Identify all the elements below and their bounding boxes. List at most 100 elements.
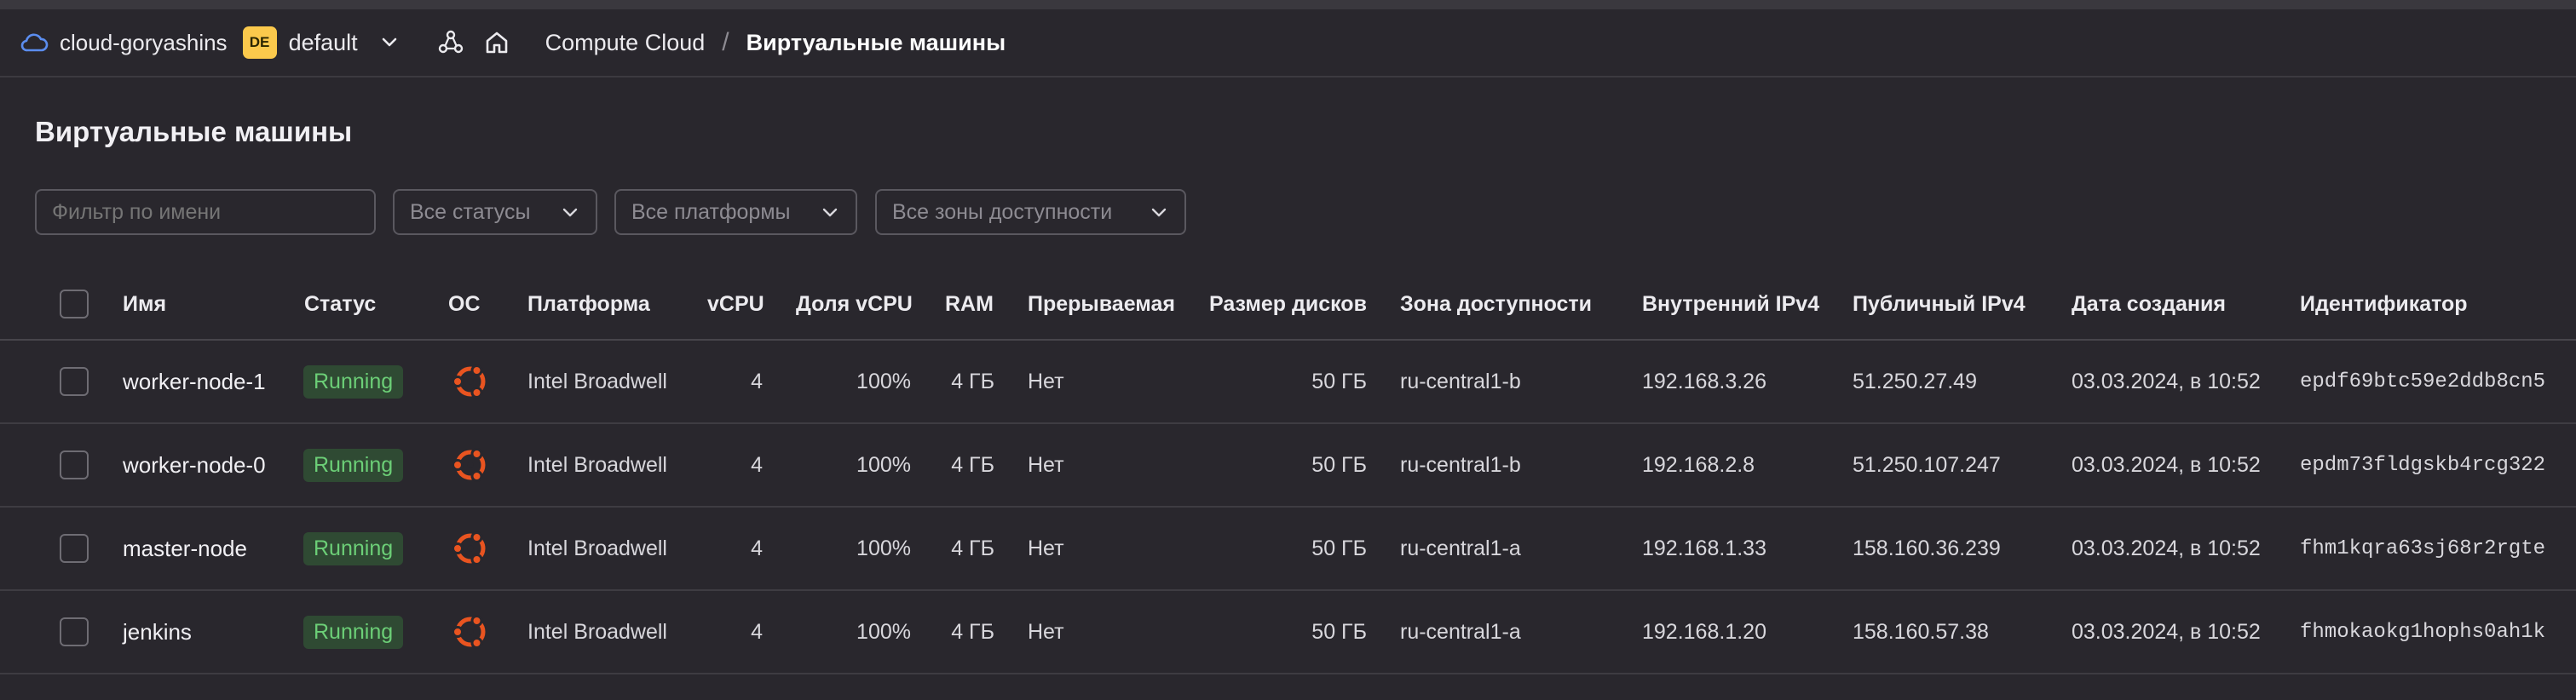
vcpu-cell: 4 — [751, 536, 763, 560]
preemptible-cell: Нет — [1028, 369, 1064, 393]
ubuntu-icon — [452, 615, 486, 649]
status-filter-select[interactable]: Все статусы — [393, 189, 597, 235]
row-checkbox[interactable] — [60, 534, 89, 563]
folder-badge: DE — [242, 26, 277, 59]
col-disk-size[interactable]: Размер дисков — [1209, 269, 1367, 339]
ram-cell: 4 ГБ — [951, 619, 994, 644]
vcpu-share-cell: 100% — [856, 619, 911, 644]
zone-cell: ru-central1-a — [1400, 619, 1521, 644]
services-icon[interactable] — [436, 28, 465, 57]
top-header: cloud-goryashins DE default Compute Clou… — [0, 9, 2576, 77]
select-all-checkbox[interactable] — [60, 290, 89, 318]
row-select-cell[interactable] — [60, 508, 89, 589]
select-all-cell[interactable] — [60, 269, 89, 339]
breadcrumb-current: Виртуальные машины — [746, 29, 1006, 55]
id-cell: epdf69btc59e2ddb8cn5 — [2300, 370, 2546, 393]
vm-name[interactable]: worker-node-1 — [123, 341, 266, 422]
chevron-down-icon — [1151, 208, 1167, 217]
id-cell: epdm73fldgskb4rcg322 — [2300, 453, 2546, 477]
status-badge: Running — [303, 448, 404, 482]
status-cell: Running — [303, 341, 404, 422]
row-select-cell[interactable] — [60, 341, 89, 422]
col-preemptible[interactable]: Прерываемая — [1028, 269, 1175, 339]
breadcrumb-separator: / — [722, 28, 729, 56]
platform-filter-select[interactable]: Все платформы — [614, 189, 857, 235]
folder-selector[interactable]: DE default — [242, 26, 436, 59]
vcpu-cell: 4 — [751, 619, 763, 644]
created-cell: 03.03.2024, в 10:52 — [2072, 369, 2261, 393]
public-ip-cell: 158.160.36.239 — [1853, 536, 2001, 560]
col-status[interactable]: Статус — [304, 269, 376, 339]
ubuntu-icon — [452, 531, 486, 565]
page-title: Виртуальные машины — [35, 116, 353, 147]
cloud-selector[interactable]: cloud-goryashins — [19, 27, 243, 58]
os-cell — [449, 341, 492, 422]
zone-cell: ru-central1-a — [1400, 536, 1521, 560]
name-filter-input[interactable] — [35, 189, 376, 235]
cloud-name: cloud-goryashins — [60, 29, 228, 55]
table-row[interactable]: master-node Running Intel Broadwell 4 10… — [0, 508, 2576, 591]
ubuntu-icon — [452, 448, 486, 482]
disk-size-cell: 50 ГБ — [1311, 369, 1367, 393]
row-select-cell[interactable] — [60, 591, 89, 673]
os-cell — [449, 591, 492, 673]
public-ip-cell: 51.250.107.247 — [1853, 452, 2001, 477]
col-internal-ip[interactable]: Внутренний IPv4 — [1642, 269, 1819, 339]
home-icon[interactable] — [482, 28, 511, 57]
vm-name[interactable]: jenkins — [123, 591, 192, 673]
row-select-cell[interactable] — [60, 424, 89, 506]
row-checkbox[interactable] — [60, 367, 89, 396]
vcpu-share-cell: 100% — [856, 452, 911, 477]
vm-name[interactable]: worker-node-0 — [123, 424, 266, 506]
table-row[interactable]: worker-node-0 Running Intel Broadwell 4 … — [0, 424, 2576, 508]
disk-size-cell: 50 ГБ — [1311, 536, 1367, 560]
os-cell — [449, 508, 492, 589]
internal-ip-cell: 192.168.1.20 — [1642, 619, 1766, 644]
created-cell: 03.03.2024, в 10:52 — [2072, 452, 2261, 477]
status-filter-label: Все статусы — [410, 199, 531, 224]
preemptible-cell: Нет — [1028, 452, 1064, 477]
breadcrumb-compute-cloud[interactable]: Compute Cloud — [545, 30, 706, 56]
vm-name[interactable]: master-node — [123, 508, 247, 589]
col-id[interactable]: Идентификатор — [2300, 269, 2468, 339]
folder-name: default — [288, 29, 358, 55]
row-checkbox[interactable] — [60, 450, 89, 479]
chevron-down-icon — [822, 208, 838, 217]
ram-cell: 4 ГБ — [951, 536, 994, 560]
internal-ip-cell: 192.168.2.8 — [1642, 452, 1755, 477]
zone-filter-label: Все зоны доступности — [892, 199, 1113, 224]
table-row[interactable]: jenkins Running Intel Broadwell 4 100% 4… — [0, 591, 2576, 674]
vcpu-cell: 4 — [751, 452, 763, 477]
chevron-down-icon — [562, 208, 578, 217]
col-name[interactable]: Имя — [123, 269, 166, 339]
zone-cell: ru-central1-b — [1400, 452, 1521, 477]
table-row[interactable]: worker-node-1 Running Intel Broadwell 4 … — [0, 341, 2576, 424]
platform-cell: Intel Broadwell — [527, 536, 667, 560]
ram-cell: 4 ГБ — [951, 452, 994, 477]
vcpu-cell: 4 — [751, 369, 763, 393]
row-checkbox[interactable] — [60, 617, 89, 646]
disk-size-cell: 50 ГБ — [1311, 452, 1367, 477]
col-ram[interactable]: RAM — [945, 269, 994, 339]
col-vcpu[interactable]: vCPU — [707, 269, 764, 339]
disk-size-cell: 50 ГБ — [1311, 619, 1367, 644]
preemptible-cell: Нет — [1028, 619, 1064, 644]
vcpu-share-cell: 100% — [856, 536, 911, 560]
zone-filter-select[interactable]: Все зоны доступности — [875, 189, 1186, 235]
col-vcpu-share[interactable]: Доля vCPU — [796, 269, 913, 339]
chevron-down-icon — [382, 37, 396, 47]
table-header-row: Имя Статус ОС Платформа vCPU Доля vCPU R… — [0, 269, 2576, 341]
col-os[interactable]: ОС — [448, 269, 481, 339]
col-zone[interactable]: Зона доступности — [1400, 269, 1592, 339]
cloud-icon — [20, 33, 49, 52]
ubuntu-icon — [452, 364, 486, 399]
col-platform[interactable]: Платформа — [527, 269, 650, 339]
public-ip-cell: 51.250.27.49 — [1853, 369, 1977, 393]
platform-filter-label: Все платформы — [631, 199, 791, 224]
status-badge: Running — [303, 615, 404, 649]
col-created[interactable]: Дата создания — [2072, 269, 2226, 339]
col-public-ip[interactable]: Публичный IPv4 — [1853, 269, 2026, 339]
created-cell: 03.03.2024, в 10:52 — [2072, 619, 2261, 644]
created-cell: 03.03.2024, в 10:52 — [2072, 536, 2261, 560]
public-ip-cell: 158.160.57.38 — [1853, 619, 1989, 644]
